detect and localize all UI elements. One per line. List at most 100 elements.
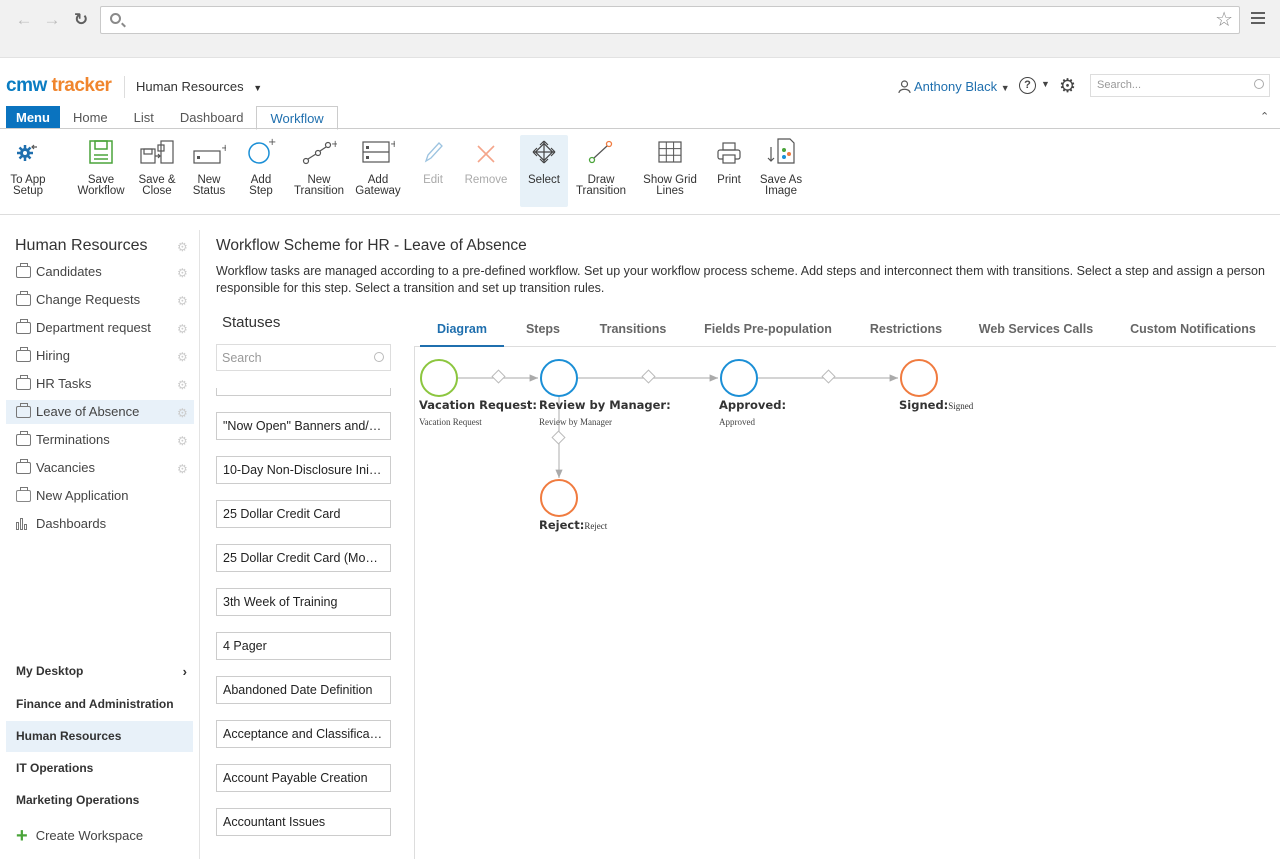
app-logo[interactable]: cmw tracker <box>6 75 112 97</box>
sidebar-item-department-request[interactable]: Department request <box>6 316 194 340</box>
create-workspace-button[interactable]: + Create Workspace <box>16 825 143 848</box>
new-transition-icon: + <box>290 135 348 165</box>
sidebar-item-label: Terminations <box>36 432 110 447</box>
folder-icon <box>16 431 31 446</box>
statuses-search-input[interactable]: Search <box>216 344 391 371</box>
save-workflow-button[interactable]: Save Workflow <box>74 135 128 201</box>
workspace-marketing-operations[interactable]: Marketing Operations <box>6 785 193 816</box>
status-item[interactable]: Acceptance and Classification <box>216 720 391 748</box>
collapse-ribbon-icon[interactable]: ⌃ <box>1260 110 1269 123</box>
status-item[interactable]: "Now Open" Banners and/or Posters <box>216 412 391 440</box>
edit-button[interactable]: Edit <box>414 135 452 201</box>
sidebar-item-change-requests[interactable]: Change Requests <box>6 288 194 312</box>
print-button[interactable]: Print <box>710 135 748 201</box>
gear-icon[interactable]: ⚙ <box>177 322 188 336</box>
sidebar-item-dashboards[interactable]: Dashboards <box>6 512 194 536</box>
settings-gear-icon[interactable]: ⚙ <box>1059 75 1076 98</box>
sidebar-divider <box>199 230 200 859</box>
status-item-partial[interactable] <box>216 388 391 396</box>
node-sublabel-reject: Reject <box>584 521 608 531</box>
tab-dashboard[interactable]: Dashboard <box>167 106 257 129</box>
gear-icon[interactable]: ⚙ <box>177 378 188 392</box>
gear-icon[interactable]: ⚙ <box>177 434 188 448</box>
sidebar-item-terminations[interactable]: Terminations <box>6 428 194 452</box>
status-item[interactable]: 3th Week of Training <box>216 588 391 616</box>
gear-icon[interactable]: ⚙ <box>177 462 188 476</box>
add-step-button[interactable]: + Add Step <box>240 135 282 201</box>
tab-custom-notifications[interactable]: Custom Notifications <box>1122 317 1264 347</box>
gear-icon[interactable]: ⚙ <box>177 240 188 254</box>
tab-home[interactable]: Home <box>60 106 121 129</box>
transition-review-to-approved[interactable] <box>578 369 718 384</box>
workspace-selector[interactable]: Human Resources ▼ <box>136 79 262 94</box>
workspace-finance-administration[interactable]: Finance and Administration <box>6 689 193 720</box>
tab-web-services-calls[interactable]: Web Services Calls <box>974 317 1098 347</box>
tab-steps[interactable]: Steps <box>516 317 570 347</box>
status-item[interactable]: 10-Day Non-Disclosure Initiation <box>216 456 391 484</box>
help-icon[interactable]: ? <box>1019 77 1036 94</box>
select-button[interactable]: Select <box>520 135 568 207</box>
transition-approved-to-signed[interactable] <box>758 369 898 384</box>
sidebar-item-hiring[interactable]: Hiring <box>6 344 194 368</box>
gear-icon[interactable]: ⚙ <box>177 294 188 308</box>
end-node-reject[interactable] <box>540 479 578 517</box>
status-item[interactable]: Abandoned Date Definition <box>216 676 391 704</box>
gateway-diamond[interactable] <box>551 430 566 445</box>
new-status-button[interactable]: + New Status <box>188 135 230 201</box>
status-item[interactable]: 4 Pager <box>216 632 391 660</box>
address-bar[interactable]: ☆ <box>100 6 1240 34</box>
status-item[interactable]: 25 Dollar Credit Card (Mock... <box>216 544 391 572</box>
sidebar-title[interactable]: Human Resources <box>15 237 148 255</box>
remove-button[interactable]: Remove <box>460 135 512 201</box>
select-label: Select <box>528 174 560 186</box>
workspace-human-resources[interactable]: Human Resources <box>6 721 193 752</box>
gateway-diamond[interactable] <box>491 369 506 384</box>
add-gateway-button[interactable]: + Add Gateway <box>354 135 402 201</box>
status-item[interactable]: 25 Dollar Credit Card <box>216 500 391 528</box>
forward-arrow-icon[interactable]: → <box>42 10 62 30</box>
node-label-signed: Signed:Signed <box>899 398 973 412</box>
start-node-vacation-request[interactable] <box>420 359 458 397</box>
transition-vacation-to-review[interactable] <box>458 369 538 384</box>
workspace-it-operations[interactable]: IT Operations <box>6 753 193 784</box>
draw-transition-button[interactable]: Draw Transition <box>574 135 628 201</box>
gear-icon[interactable]: ⚙ <box>177 350 188 364</box>
gear-icon[interactable]: ⚙ <box>177 266 188 280</box>
reload-icon[interactable]: ↻ <box>71 10 91 30</box>
bookmark-star-icon[interactable]: ☆ <box>1215 9 1233 31</box>
sidebar-item-candidates[interactable]: Candidates <box>6 260 194 284</box>
tab-fields-pre-population[interactable]: Fields Pre-population <box>698 317 838 347</box>
tab-list[interactable]: List <box>121 106 167 129</box>
sidebar-item-hr-tasks[interactable]: HR Tasks <box>6 372 194 396</box>
to-app-setup-button[interactable]: To App Setup <box>4 135 52 201</box>
save-close-button[interactable]: Save & Close <box>134 135 180 201</box>
tab-restrictions[interactable]: Restrictions <box>864 317 948 347</box>
gateway-diamond[interactable] <box>641 369 656 384</box>
back-arrow-icon[interactable]: ← <box>14 10 34 30</box>
step-node-approved[interactable] <box>720 359 758 397</box>
step-node-review-by-manager[interactable] <box>540 359 578 397</box>
global-search-input[interactable]: Search... <box>1090 74 1270 97</box>
tab-diagram[interactable]: Diagram <box>420 317 504 347</box>
tab-menu[interactable]: Menu <box>6 106 60 129</box>
new-transition-button[interactable]: + New Transition <box>290 135 348 201</box>
sidebar-item-label: Change Requests <box>36 292 141 307</box>
sidebar-item-leave-of-absence[interactable]: Leave of Absence <box>6 400 194 424</box>
sidebar-item-new-application[interactable]: New Application <box>6 484 194 508</box>
node-label-reject: Reject:Reject <box>539 518 607 532</box>
gear-icon[interactable]: ⚙ <box>177 406 188 420</box>
browser-menu-icon[interactable] <box>1251 12 1265 27</box>
sidebar-item-vacancies[interactable]: Vacancies <box>6 456 194 480</box>
save-as-image-button[interactable]: Save As Image <box>756 135 806 201</box>
status-item[interactable]: Accountant Issues <box>216 808 391 836</box>
show-grid-lines-button[interactable]: Show Grid Lines <box>640 135 700 201</box>
tab-workflow[interactable]: Workflow <box>256 106 338 130</box>
status-item[interactable]: Account Payable Creation <box>216 764 391 792</box>
tab-transitions[interactable]: Transitions <box>592 317 674 347</box>
chevron-down-icon[interactable]: ▼ <box>1041 79 1050 89</box>
gateway-diamond[interactable] <box>821 369 836 384</box>
save-as-image-label-2: Image <box>765 185 797 197</box>
user-menu[interactable]: Anthony Black ▼ <box>898 79 1010 94</box>
end-node-signed[interactable] <box>900 359 938 397</box>
workspace-my-desktop[interactable]: My Desktop › <box>6 656 193 687</box>
